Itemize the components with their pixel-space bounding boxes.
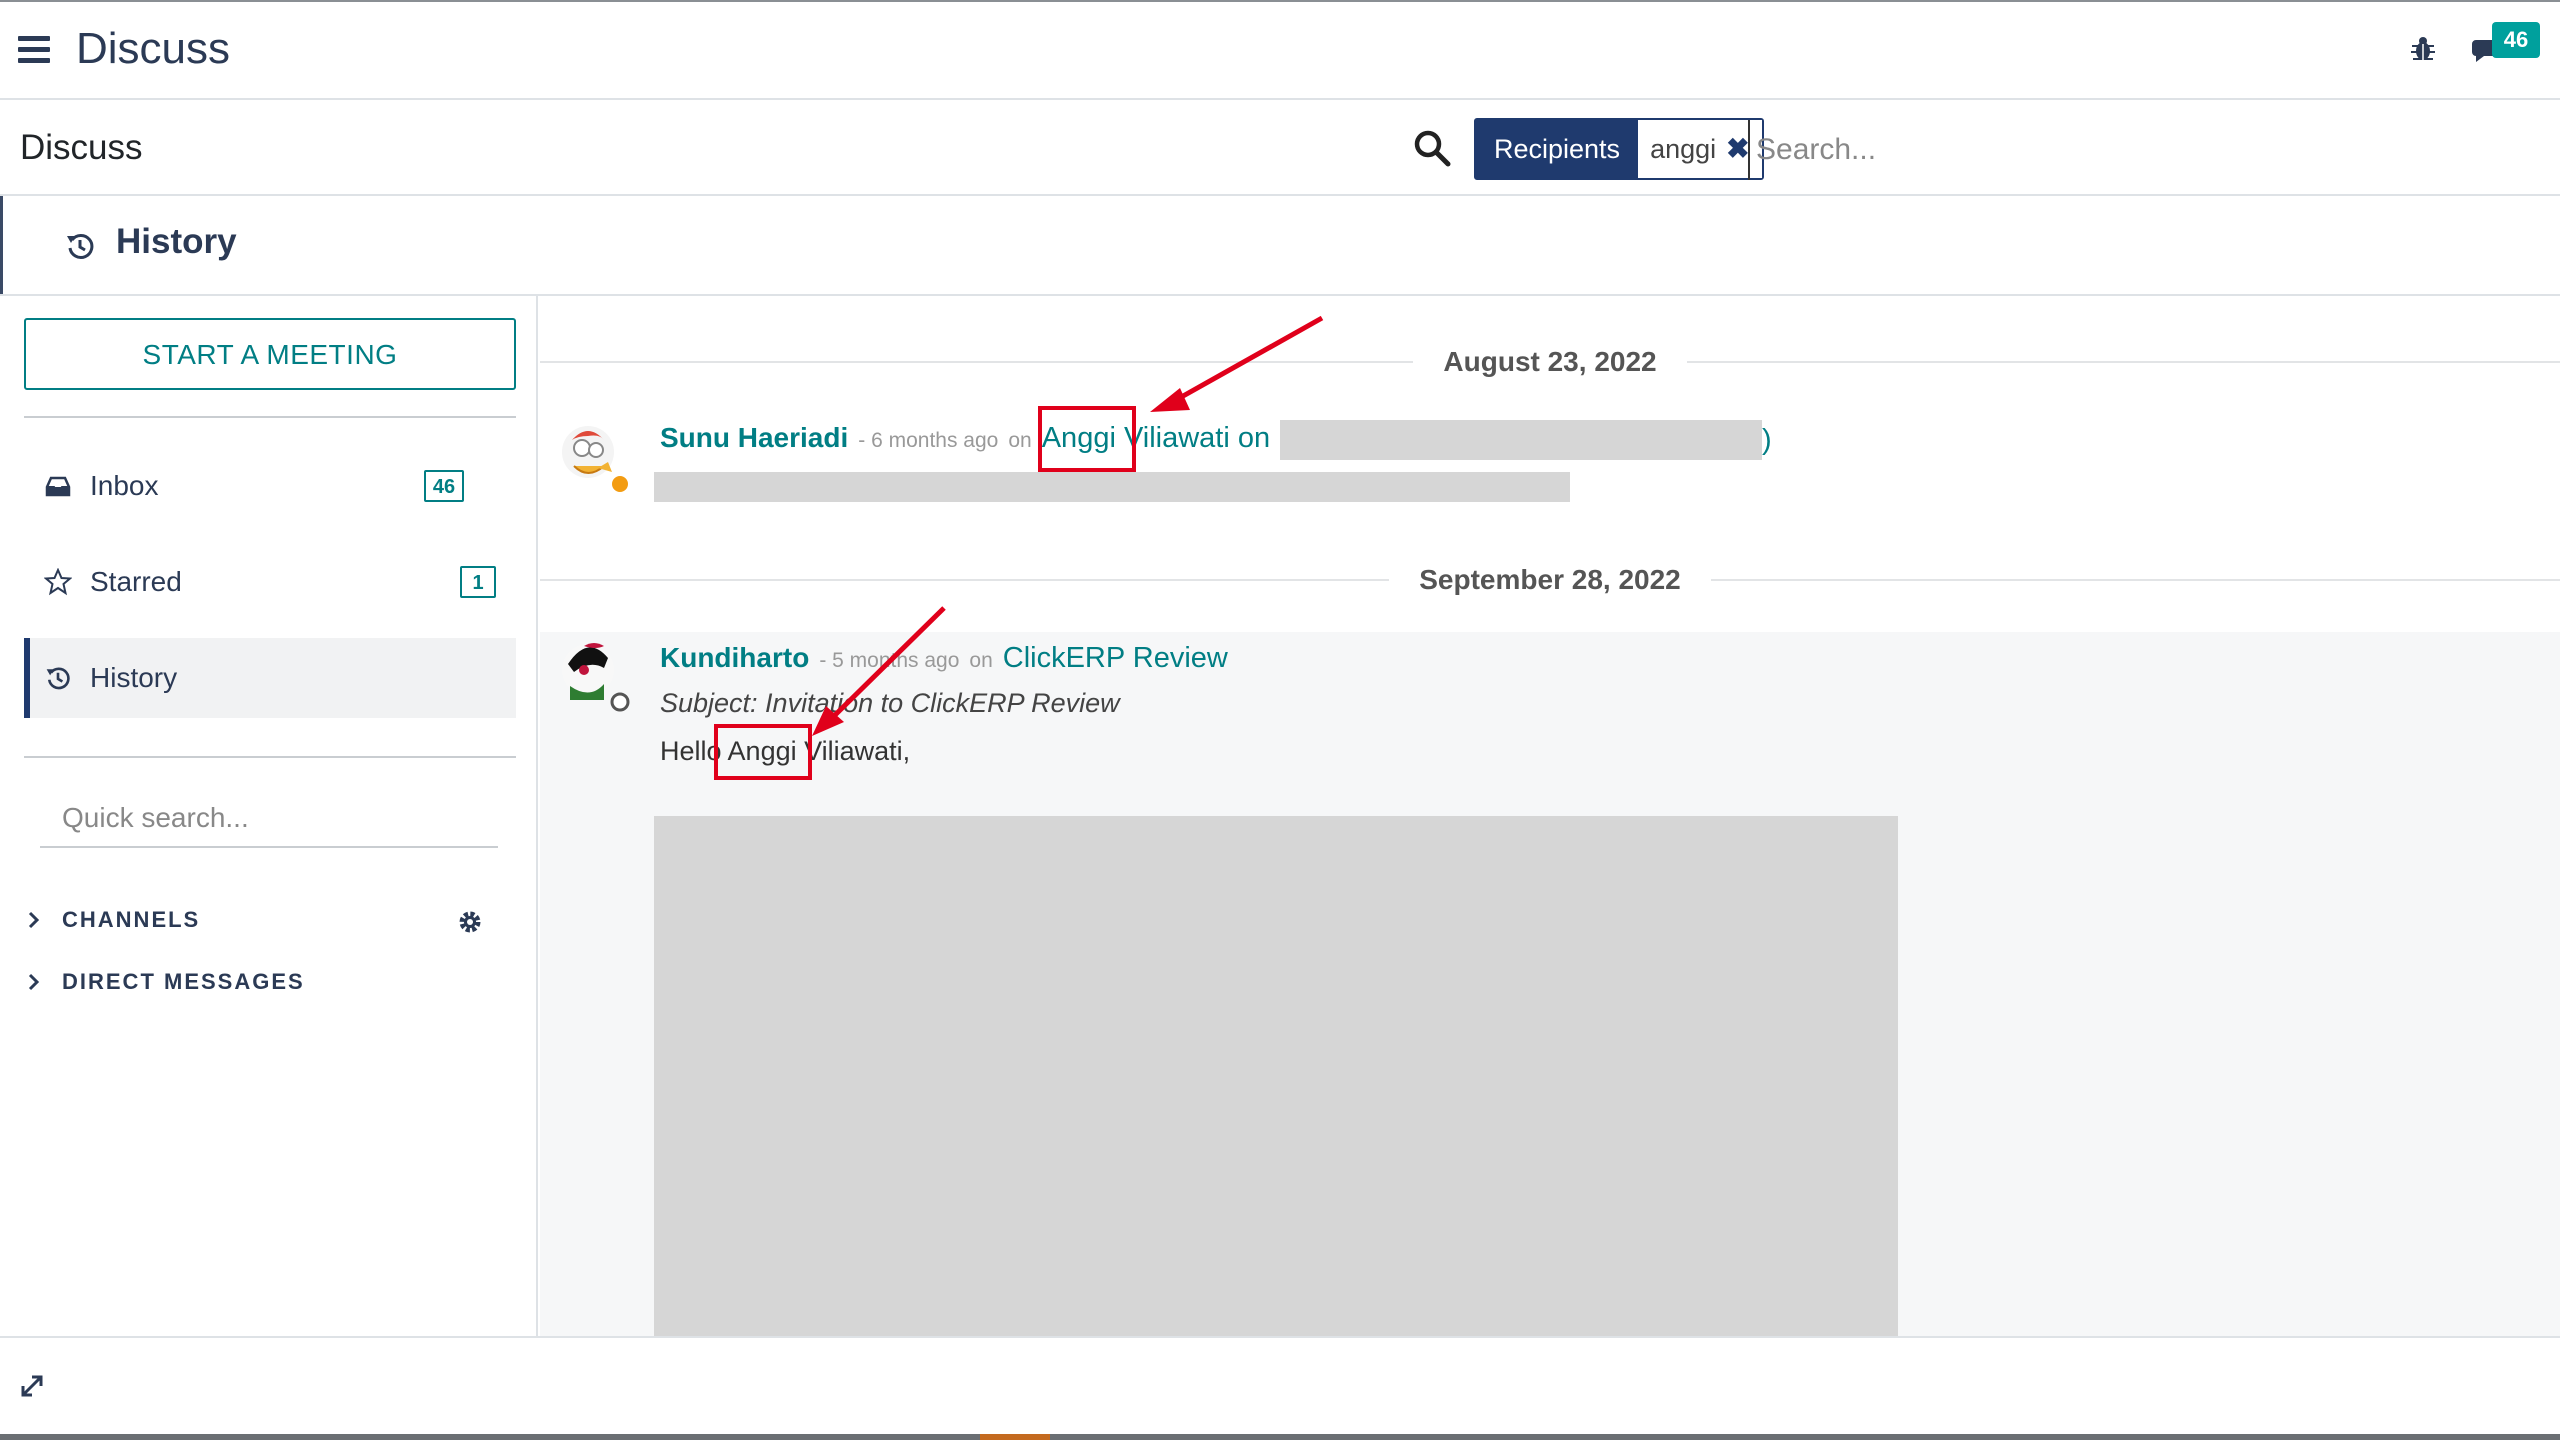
annotation-arrow <box>828 606 946 722</box>
window-frame-accent <box>980 1434 1050 1440</box>
bottom-bar <box>0 1336 2560 1440</box>
annotation-arrows <box>812 315 1324 736</box>
window-frame-bottom <box>0 1434 2560 1440</box>
expand-icon[interactable] <box>18 1372 46 1400</box>
annotation-arrow <box>1174 315 1324 403</box>
arrowhead <box>1150 388 1190 412</box>
